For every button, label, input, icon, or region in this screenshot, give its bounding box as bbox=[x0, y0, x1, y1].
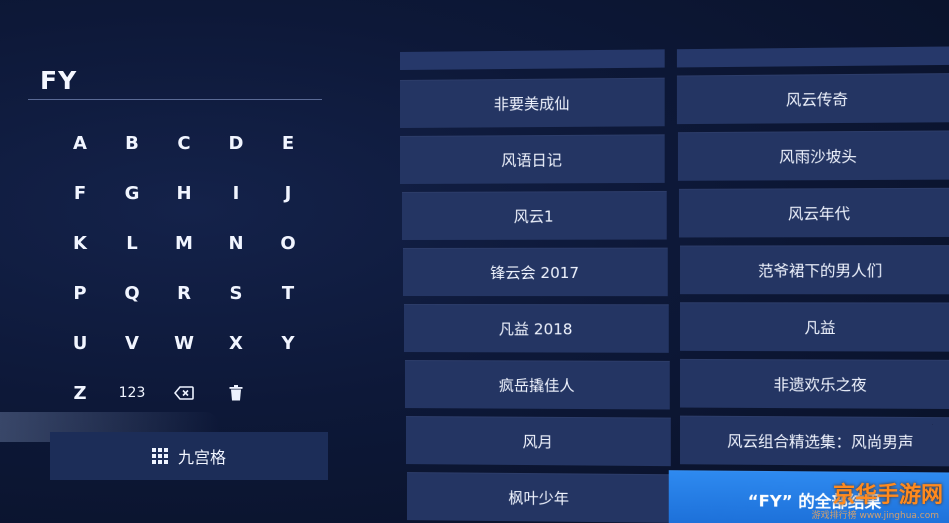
key-l[interactable]: L bbox=[106, 218, 158, 268]
keyboard: A B C D E F G H I J K L M N O P Q R S T … bbox=[54, 118, 314, 418]
key-z[interactable]: Z bbox=[54, 368, 106, 418]
trash-icon[interactable] bbox=[210, 368, 262, 418]
result-tile[interactable]: 范爷裙下的男人们 bbox=[680, 245, 949, 295]
key-c[interactable]: C bbox=[158, 118, 210, 168]
result-tile-partial[interactable] bbox=[400, 49, 665, 70]
result-tile[interactable]: 风语日记 bbox=[400, 134, 665, 184]
result-tile[interactable]: 风云组合精选集：风尚男声 bbox=[680, 415, 949, 467]
key-b[interactable]: B bbox=[106, 118, 158, 168]
key-k[interactable]: K bbox=[54, 218, 106, 268]
key-x[interactable]: X bbox=[210, 318, 262, 368]
key-123[interactable]: 123 bbox=[106, 368, 158, 418]
result-tile[interactable]: 风云1 bbox=[401, 190, 667, 240]
result-tile-partial[interactable] bbox=[676, 46, 949, 68]
nine-grid-keyboard-button[interactable]: 九宫格 bbox=[50, 432, 328, 480]
key-p[interactable]: P bbox=[54, 268, 106, 318]
key-e[interactable]: E bbox=[262, 118, 314, 168]
key-m[interactable]: M bbox=[158, 218, 210, 268]
result-tile[interactable]: 凡益 2018 bbox=[403, 304, 669, 353]
watermark-logo: 京华手游网 bbox=[832, 483, 943, 508]
key-t[interactable]: T bbox=[262, 268, 314, 318]
key-g[interactable]: G bbox=[106, 168, 158, 218]
key-r[interactable]: R bbox=[158, 268, 210, 318]
result-tile[interactable]: 凡益 bbox=[680, 302, 949, 352]
key-j[interactable]: J bbox=[262, 168, 314, 218]
key-o[interactable]: O bbox=[262, 218, 314, 268]
result-tile[interactable]: 风月 bbox=[405, 416, 671, 467]
search-query[interactable]: FY bbox=[40, 66, 77, 95]
results-grid: 非要美成仙 风语日记 风云1 锋云会 2017 凡益 2018 疯岳撬佳人 风月… bbox=[400, 34, 949, 523]
backspace-icon[interactable] bbox=[158, 368, 210, 418]
grid-icon bbox=[151, 448, 168, 464]
key-w[interactable]: W bbox=[158, 318, 210, 368]
result-tile[interactable]: 非遗欢乐之夜 bbox=[680, 358, 949, 410]
key-i[interactable]: I bbox=[210, 168, 262, 218]
tv-search-screen: FY A B C D E F G H I J K L M N O P Q R S… bbox=[0, 0, 949, 523]
key-d[interactable]: D bbox=[210, 118, 262, 168]
key-f[interactable]: F bbox=[54, 168, 106, 218]
key-v[interactable]: V bbox=[106, 318, 158, 368]
key-u[interactable]: U bbox=[54, 318, 106, 368]
result-tile[interactable]: 风雨沙坡头 bbox=[677, 130, 949, 181]
result-tile[interactable]: 锋云会 2017 bbox=[402, 247, 668, 297]
watermark-subtext: 游戏排行榜 www.jinghua.com bbox=[811, 511, 939, 521]
result-tile[interactable]: 风云传奇 bbox=[676, 73, 949, 125]
key-q[interactable]: Q bbox=[106, 268, 158, 318]
result-tile[interactable]: 风云年代 bbox=[678, 187, 949, 238]
nine-grid-label: 九宫格 bbox=[177, 448, 226, 467]
key-n[interactable]: N bbox=[210, 218, 262, 268]
result-tile[interactable]: 非要美成仙 bbox=[400, 77, 665, 128]
key-s[interactable]: S bbox=[210, 268, 262, 318]
key-h[interactable]: H bbox=[158, 168, 210, 218]
key-a[interactable]: A bbox=[54, 118, 106, 168]
result-tile[interactable]: 枫叶少年 bbox=[406, 472, 672, 523]
query-underline bbox=[28, 99, 322, 100]
result-tile[interactable]: 疯岳撬佳人 bbox=[404, 360, 670, 410]
key-y[interactable]: Y bbox=[262, 318, 314, 368]
